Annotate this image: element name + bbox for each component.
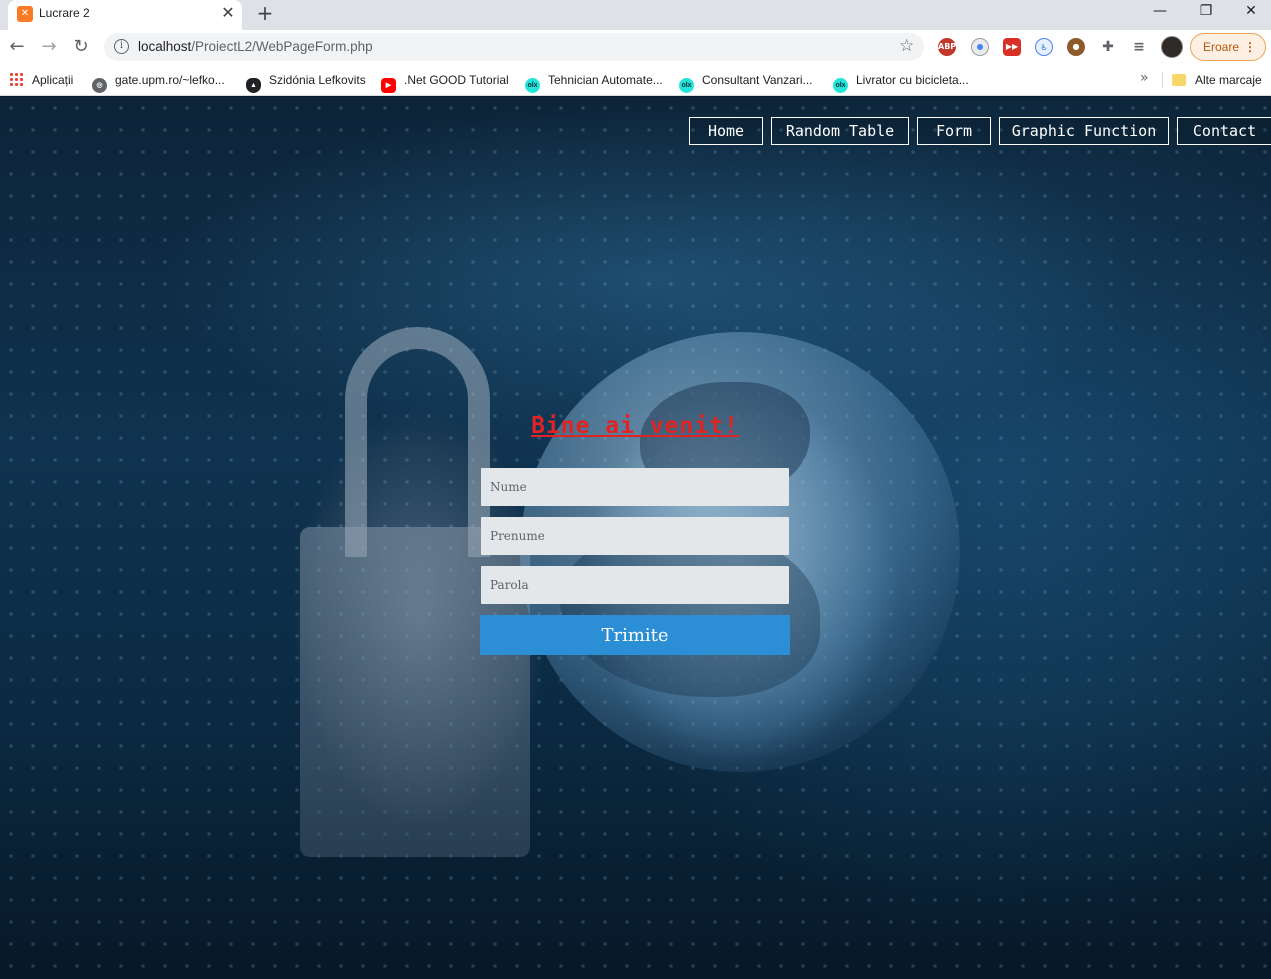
address-bar[interactable]: i localhost/ProiectL2/WebPageForm.php ☆ — [104, 33, 924, 61]
browser-toolbar: ← → ↻ i localhost/ProiectL2/WebPageForm.… — [0, 30, 1271, 64]
bookmark-label: Livrator cu bicicleta... — [856, 73, 969, 87]
page-viewport: Home Random Table Form Graphic Function … — [0, 97, 1271, 979]
bookmark-star-icon[interactable]: ☆ — [899, 36, 914, 56]
profile-avatar[interactable] — [1161, 36, 1183, 58]
folder-icon — [1172, 74, 1186, 86]
close-window-button[interactable]: ✕ — [1228, 0, 1271, 24]
reload-icon[interactable]: ↻ — [69, 35, 93, 59]
bookmark-label: Aplicații — [32, 73, 74, 87]
nav-graphic-function[interactable]: Graphic Function — [999, 117, 1169, 145]
cookie-extension-icon[interactable]: ● — [1067, 38, 1085, 56]
accessibility-extension-icon[interactable]: ♿ — [1035, 38, 1053, 56]
forward-arrow-icon[interactable]: → — [37, 35, 61, 59]
minimize-button[interactable]: — — [1137, 0, 1183, 24]
xampp-favicon-icon: ✕ — [17, 6, 33, 22]
bookmark-label: .Net GOOD Tutorial — [404, 73, 509, 87]
padlock-shackle-graphic — [345, 327, 490, 557]
adblock-icon[interactable]: ABP — [938, 38, 956, 56]
bookmark-label: Consultant Vanzari... — [702, 73, 813, 87]
extensions-puzzle-icon[interactable]: ✚ — [1099, 38, 1117, 56]
reading-list-icon[interactable]: ≡ — [1130, 38, 1148, 56]
bookmarks-bar: Aplicații ◎ gate.upm.ro/~lefko... ▲ Szidón… — [0, 64, 1271, 96]
browser-tabstrip: ✕ Lucrare 2 ✕ + — ❐ ✕ — [0, 0, 1271, 30]
bookmark-consultant[interactable]: olx Consultant Vanzari... — [679, 71, 813, 93]
bookmark-apps[interactable]: Aplicații — [9, 71, 73, 89]
error-button[interactable]: Eroare ⋮ — [1190, 33, 1266, 61]
olx-icon: olx — [833, 78, 848, 93]
media-extension-icon[interactable]: ▶▶ — [1003, 38, 1021, 56]
site-info-icon[interactable]: i — [114, 39, 129, 54]
other-bookmarks[interactable]: Alte marcaje — [1172, 71, 1262, 89]
other-bookmarks-label: Alte marcaje — [1195, 73, 1262, 87]
bookmark-lefkovits[interactable]: ▲ Szidónia Lefkovits — [246, 71, 366, 93]
olx-icon: olx — [679, 78, 694, 93]
browser-tab[interactable]: ✕ Lucrare 2 ✕ — [8, 0, 242, 30]
bookmark-label: Tehnician Automate... — [548, 73, 663, 87]
parola-input[interactable] — [481, 566, 789, 604]
bookmark-livrator[interactable]: olx Livrator cu bicicleta... — [833, 71, 969, 93]
url-host: localhost — [138, 39, 192, 54]
bookmark-tehnician[interactable]: olx Tehnician Automate... — [525, 71, 663, 93]
url-path: /ProiectL2/WebPageForm.php — [191, 39, 373, 54]
nume-input[interactable] — [481, 468, 789, 506]
address-url[interactable]: localhost/ProiectL2/WebPageForm.php — [138, 39, 373, 54]
new-tab-button[interactable]: + — [254, 2, 276, 24]
nav-home[interactable]: Home — [689, 117, 763, 145]
bookmark-label: gate.upm.ro/~lefko... — [115, 73, 225, 87]
nav-form[interactable]: Form — [917, 117, 991, 145]
tux-icon: ▲ — [246, 78, 261, 93]
bookmark-net-tutorial[interactable]: ▶ .Net GOOD Tutorial — [381, 71, 509, 93]
prenume-input[interactable] — [481, 517, 789, 555]
close-tab-icon[interactable]: ✕ — [219, 4, 237, 22]
bookmark-gate-upm[interactable]: ◎ gate.upm.ro/~lefko... — [92, 71, 225, 93]
apps-grid-icon — [9, 72, 24, 87]
tab-title: Lucrare 2 — [39, 6, 90, 20]
nav-contact[interactable]: Contact — [1177, 117, 1271, 145]
welcome-heading: Bine ai venit! — [531, 413, 739, 439]
nav-random-table[interactable]: Random Table — [771, 117, 909, 145]
error-label: Eroare — [1203, 40, 1240, 54]
extension-circle-icon[interactable] — [971, 38, 989, 56]
restore-button[interactable]: ❐ — [1183, 0, 1229, 24]
more-bookmarks-icon[interactable]: » — [1140, 70, 1149, 86]
bookmarks-separator — [1162, 72, 1163, 88]
olx-icon: olx — [525, 78, 540, 93]
globe-icon: ◎ — [92, 78, 107, 93]
youtube-icon: ▶ — [381, 78, 396, 93]
bookmark-label: Szidónia Lefkovits — [269, 73, 366, 87]
back-arrow-icon[interactable]: ← — [5, 35, 29, 59]
trimite-button[interactable]: Trimite — [480, 615, 790, 655]
menu-dots-icon: ⋮ — [1244, 40, 1256, 54]
